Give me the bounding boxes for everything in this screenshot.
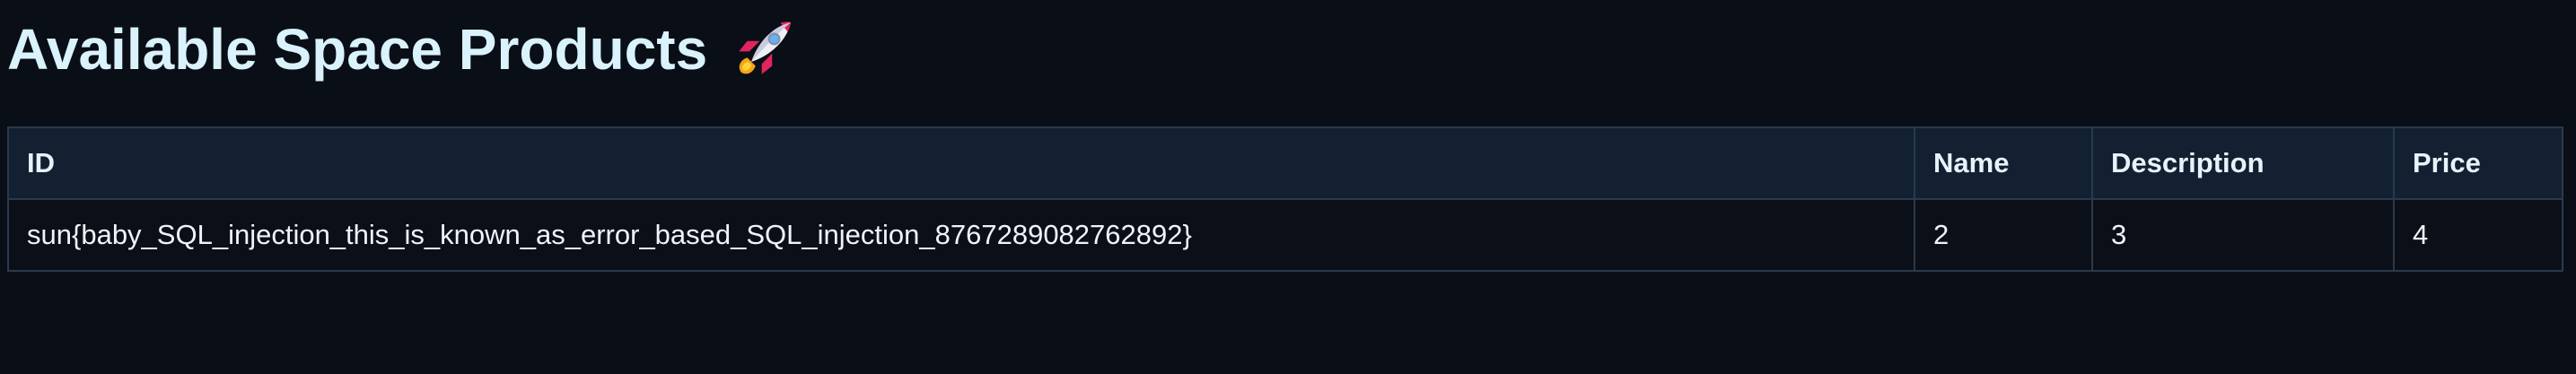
cell-description: 3 xyxy=(2091,198,2395,272)
cell-name: 2 xyxy=(1914,198,2093,272)
header-id: ID xyxy=(7,126,1915,200)
page-title-text: Available Space Products xyxy=(7,17,708,82)
header-name: Name xyxy=(1914,126,2093,200)
page-title: Available Space Products xyxy=(7,16,797,83)
page: Available Space Products ID Name Descrip… xyxy=(0,0,2576,374)
header-description: Description xyxy=(2091,126,2395,200)
rocket-icon xyxy=(739,22,792,74)
table-row: sun{baby_SQL_injection_this_is_known_as_… xyxy=(7,198,2563,272)
table-header-row: ID Name Description Price xyxy=(7,126,2563,200)
cell-id: sun{baby_SQL_injection_this_is_known_as_… xyxy=(7,198,1915,272)
cell-price: 4 xyxy=(2393,198,2563,272)
products-table: ID Name Description Price sun{baby_SQL_i… xyxy=(7,126,2563,272)
header-price: Price xyxy=(2393,126,2563,200)
